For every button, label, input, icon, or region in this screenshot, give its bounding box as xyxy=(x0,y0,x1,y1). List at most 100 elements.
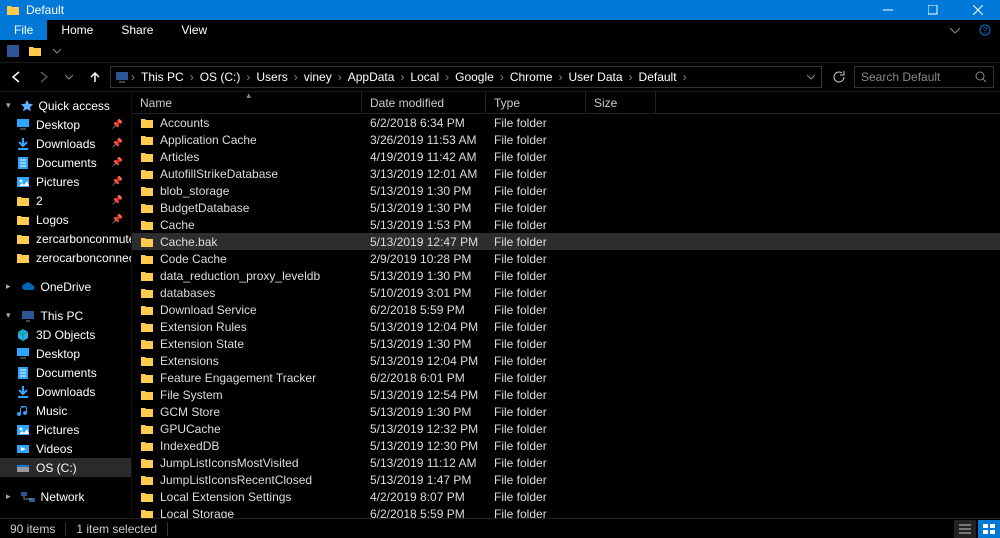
file-row[interactable]: databases5/10/2019 3:01 PMFile folder xyxy=(132,284,1000,301)
file-name: File System xyxy=(160,388,223,402)
drive-icon xyxy=(16,461,30,475)
quick-access-header[interactable]: ▾ Quick access xyxy=(0,96,131,115)
doc-icon xyxy=(16,156,30,170)
file-row[interactable]: Code Cache2/9/2019 10:28 PMFile folder xyxy=(132,250,1000,267)
nav-up-button[interactable] xyxy=(84,66,106,88)
column-type[interactable]: Type xyxy=(486,92,586,113)
nav-pc-item[interactable]: 3D Objects xyxy=(0,325,131,344)
breadcrumb[interactable]: › This PC› OS (C:)› Users› viney› AppDat… xyxy=(110,66,822,88)
crumb[interactable]: viney xyxy=(300,70,336,84)
folder-icon xyxy=(140,372,154,384)
nav-quick-item[interactable]: 2📌 xyxy=(0,191,131,210)
file-row[interactable]: Extensions5/13/2019 12:04 PMFile folder xyxy=(132,352,1000,369)
file-date: 5/13/2019 1:47 PM xyxy=(362,473,486,487)
file-row[interactable]: Feature Engagement Tracker6/2/2018 6:01 … xyxy=(132,369,1000,386)
file-row[interactable]: IndexedDB5/13/2019 12:30 PMFile folder xyxy=(132,437,1000,454)
nav-quick-item[interactable]: zerocarbonconnect xyxy=(0,248,131,267)
address-dropdown-button[interactable] xyxy=(801,73,821,81)
file-row[interactable]: data_reduction_proxy_leveldb5/13/2019 1:… xyxy=(132,267,1000,284)
crumb[interactable]: This PC xyxy=(137,70,188,84)
maximize-button[interactable] xyxy=(910,0,955,20)
crumb[interactable]: Google xyxy=(451,70,498,84)
folder-icon xyxy=(140,423,154,435)
network-header[interactable]: ▸ Network xyxy=(0,487,131,506)
file-row[interactable]: blob_storage5/13/2019 1:30 PMFile folder xyxy=(132,182,1000,199)
tab-view[interactable]: View xyxy=(167,20,221,40)
file-row[interactable]: Extension State5/13/2019 1:30 PMFile fol… xyxy=(132,335,1000,352)
crumb[interactable]: OS (C:) xyxy=(196,70,245,84)
nav-quick-item[interactable]: Downloads📌 xyxy=(0,134,131,153)
chevron-down-icon: ▾ xyxy=(6,310,11,321)
close-button[interactable] xyxy=(955,0,1000,20)
tab-home[interactable]: Home xyxy=(47,20,107,40)
nav-quick-item[interactable]: Pictures📌 xyxy=(0,172,131,191)
refresh-button[interactable] xyxy=(826,66,850,88)
nav-forward-button[interactable] xyxy=(32,66,54,88)
qat-folder-icon[interactable] xyxy=(26,42,44,60)
cloud-icon xyxy=(21,282,35,292)
nav-pc-item[interactable]: Music xyxy=(0,401,131,420)
pc-icon xyxy=(21,310,35,322)
file-row[interactable]: Local Storage6/2/2018 5:59 PMFile folder xyxy=(132,505,1000,518)
minimize-button[interactable] xyxy=(865,0,910,20)
file-row[interactable]: Download Service6/2/2018 5:59 PMFile fol… xyxy=(132,301,1000,318)
nav-pc-item[interactable]: OS (C:) xyxy=(0,458,131,477)
file-date: 6/2/2018 5:59 PM xyxy=(362,303,486,317)
file-row[interactable]: JumpListIconsMostVisited5/13/2019 11:12 … xyxy=(132,454,1000,471)
column-name[interactable]: Name ▴ xyxy=(132,92,362,113)
qat-properties-icon[interactable] xyxy=(4,42,22,60)
nav-pc-item[interactable]: Desktop xyxy=(0,344,131,363)
nav-quick-item[interactable]: Logos📌 xyxy=(0,210,131,229)
nav-pc-item[interactable]: Documents xyxy=(0,363,131,382)
nav-quick-item[interactable]: Documents📌 xyxy=(0,153,131,172)
crumb[interactable]: User Data xyxy=(565,70,627,84)
folder-icon xyxy=(140,304,154,316)
nav-recent-button[interactable] xyxy=(58,66,80,88)
view-large-icons-button[interactable] xyxy=(978,520,1000,538)
nav-pc-item[interactable]: Downloads xyxy=(0,382,131,401)
nav-quick-item[interactable]: zercarbonconmute xyxy=(0,229,131,248)
file-type: File folder xyxy=(486,405,586,419)
file-row[interactable]: JumpListIconsRecentClosed5/13/2019 1:47 … xyxy=(132,471,1000,488)
folder-icon xyxy=(140,168,154,180)
nav-back-button[interactable] xyxy=(6,66,28,88)
file-list[interactable]: Accounts6/2/2018 6:34 PMFile folderAppli… xyxy=(132,114,1000,518)
file-row[interactable]: Local Extension Settings4/2/2019 8:07 PM… xyxy=(132,488,1000,505)
folder-icon xyxy=(16,194,30,208)
crumb[interactable]: Users xyxy=(252,70,291,84)
help-button[interactable]: ? xyxy=(970,20,1000,40)
nav-pc-item[interactable]: Pictures xyxy=(0,420,131,439)
file-row[interactable]: Extension Rules5/13/2019 12:04 PMFile fo… xyxy=(132,318,1000,335)
file-row[interactable]: AutofillStrikeDatabase3/13/2019 12:01 AM… xyxy=(132,165,1000,182)
file-row[interactable]: Accounts6/2/2018 6:34 PMFile folder xyxy=(132,114,1000,131)
doc-icon xyxy=(16,366,30,380)
file-type: File folder xyxy=(486,235,586,249)
tab-file[interactable]: File xyxy=(0,20,47,40)
file-row[interactable]: Cache5/13/2019 1:53 PMFile folder xyxy=(132,216,1000,233)
file-row[interactable]: File System5/13/2019 12:54 PMFile folder xyxy=(132,386,1000,403)
file-row[interactable]: Articles4/19/2019 11:42 AMFile folder xyxy=(132,148,1000,165)
crumb[interactable]: Local xyxy=(406,70,443,84)
ribbon-expand-button[interactable] xyxy=(940,20,970,40)
file-row[interactable]: Cache.bak5/13/2019 12:47 PMFile folder xyxy=(132,233,1000,250)
crumb[interactable]: Default xyxy=(635,70,681,84)
file-row[interactable]: GPUCache5/13/2019 12:32 PMFile folder xyxy=(132,420,1000,437)
nav-pc-item[interactable]: Videos xyxy=(0,439,131,458)
file-row[interactable]: Application Cache3/26/2019 11:53 AMFile … xyxy=(132,131,1000,148)
tab-share[interactable]: Share xyxy=(107,20,167,40)
qat-dropdown-icon[interactable] xyxy=(48,42,66,60)
column-size[interactable]: Size xyxy=(586,92,656,113)
file-name: data_reduction_proxy_leveldb xyxy=(160,269,320,283)
nav-item-label: Downloads xyxy=(36,385,95,399)
file-row[interactable]: GCM Store5/13/2019 1:30 PMFile folder xyxy=(132,403,1000,420)
this-pc-header[interactable]: ▾ This PC xyxy=(0,306,131,325)
file-row[interactable]: BudgetDatabase5/13/2019 1:30 PMFile fold… xyxy=(132,199,1000,216)
nav-quick-item[interactable]: Desktop📌 xyxy=(0,115,131,134)
crumb[interactable]: AppData xyxy=(344,70,399,84)
search-input[interactable]: Search Default xyxy=(854,66,994,88)
onedrive-header[interactable]: ▸ OneDrive xyxy=(0,277,131,296)
chevron-down-icon: ▾ xyxy=(6,100,11,111)
view-details-button[interactable] xyxy=(954,520,976,538)
column-date[interactable]: Date modified xyxy=(362,92,486,113)
crumb[interactable]: Chrome xyxy=(506,70,557,84)
